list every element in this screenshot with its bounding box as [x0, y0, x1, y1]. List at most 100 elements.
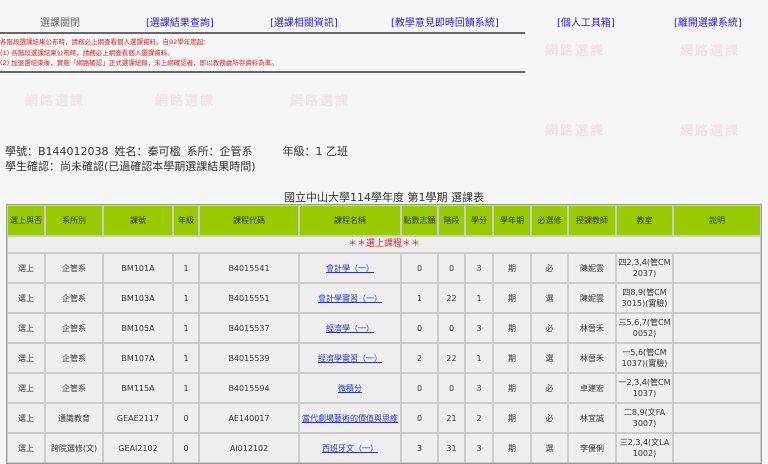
table-cell: 西班牙文（一）: [299, 433, 401, 463]
table-cell: 當代劇場藝術的價值與思維: [299, 403, 401, 433]
table-row: 選上 企管系 BM101A 1 B4015541 會計學（一） 0 0 3 期必陳妮雲 四2,3,4…: [7, 253, 761, 283]
table-cell: 企管系: [45, 373, 103, 403]
section-selected-courses: ＊＊選上課程＊＊: [7, 236, 761, 253]
table-cell: 0: [173, 433, 199, 463]
table-cell: 3: [465, 253, 493, 283]
table-cell: [673, 373, 761, 403]
table-cell: 選: [531, 433, 568, 463]
watermark: 網路選課: [680, 124, 741, 139]
table-cell: 企管系: [45, 343, 103, 373]
column-header: 必選修: [531, 205, 568, 236]
table-cell: 1: [173, 313, 199, 343]
table-cell: 選上: [7, 283, 45, 313]
table-cell: 1: [173, 283, 199, 313]
column-header: 年級: [173, 205, 199, 236]
table-cell: 經濟學（一）: [299, 313, 401, 343]
student-confirm-status: 學生確認：尚未確認(已過確認本學期選課結果時間): [5, 160, 256, 173]
table-cell: AI012102: [199, 433, 299, 463]
table-row: 選上 企管系 BM115A 1 B4015594 微積分 0 0 3 期必卓建宏 一2,3,4(管C…: [7, 373, 761, 403]
watermark: 網路選課: [25, 94, 86, 109]
table-cell: 企管系: [45, 283, 103, 313]
table-cell: B4015594: [199, 373, 299, 403]
table-cell: 31: [438, 433, 465, 463]
top-nav: 選課關閉 [選課結果查詢] [選課相關資訊] [教學意見即時回饋系統] [個人工…: [0, 14, 768, 29]
course-name-link[interactable]: 會計學（一）: [326, 264, 374, 273]
course-name-link[interactable]: 經濟學實習（一）: [318, 354, 382, 363]
nav-course-result-query[interactable]: [選課結果查詢]: [146, 14, 214, 29]
table-row: 選上 企管系 BM107A 1 B4015539 經濟學實習（一） 2 22 1 期選林晉禾 一5,…: [7, 343, 761, 373]
nav-personal-toolbox[interactable]: [個人工具箱]: [557, 14, 615, 29]
table-cell: 一5,6(管CM 1037)(實驗): [616, 343, 673, 373]
table-cell: 經濟學實習（一）: [299, 343, 401, 373]
table-cell: 微積分: [299, 373, 401, 403]
table-cell: 0: [438, 253, 465, 283]
nav-teaching-feedback[interactable]: [教學意見即時回饋系統]: [391, 14, 499, 29]
table-row: 選上 跨院選修(文) GEAI2102 0 AI012102 西班牙文（一） 3 31 3 期選李…: [7, 433, 761, 463]
table-cell: 會計學（一）: [299, 253, 401, 283]
table-cell: 期: [493, 433, 531, 463]
column-header: 授課教師: [568, 205, 616, 236]
table-cell: AE140017: [199, 403, 299, 433]
table-cell: 企管系: [45, 313, 103, 343]
course-name-link[interactable]: 西班牙文（一）: [322, 444, 378, 453]
table-cell: 一2,3,4(管CM 1037): [616, 373, 673, 403]
table-cell: 期: [493, 253, 531, 283]
table-cell: 3: [401, 433, 438, 463]
table-cell: 選上: [7, 343, 45, 373]
course-name-link[interactable]: 經濟學（一）: [326, 324, 374, 333]
table-cell: 選上: [7, 313, 45, 343]
course-name-link[interactable]: 當代劇場藝術的價值與思維: [302, 414, 398, 423]
table-cell: 0: [438, 373, 465, 403]
course-name-link[interactable]: 微積分: [338, 384, 362, 393]
table-cell: [673, 253, 761, 283]
nav-exit-system[interactable]: [離開選課系統]: [674, 14, 742, 29]
table-cell: 22: [438, 283, 465, 313]
table-cell: 0: [401, 253, 438, 283]
table-cell: 通識教育: [45, 403, 103, 433]
table-cell: 0: [401, 373, 438, 403]
table-cell: BM105A: [103, 313, 173, 343]
table-cell: 三5,6,7(管CM 0052): [616, 313, 673, 343]
table-cell: 陳妮雲: [568, 283, 616, 313]
table-cell: 1: [465, 283, 493, 313]
table-cell: 選: [531, 283, 568, 313]
table-cell: 必: [531, 253, 568, 283]
column-header: 學年期: [493, 205, 531, 236]
table-cell: 選上: [7, 373, 45, 403]
table-cell: BM107A: [103, 343, 173, 373]
table-cell: 必: [531, 313, 568, 343]
table-cell: 期: [493, 343, 531, 373]
table-cell: [673, 343, 761, 373]
column-header: 課號: [103, 205, 173, 236]
table-cell: B4015537: [199, 313, 299, 343]
table-cell: 會計學實習（一）: [299, 283, 401, 313]
table-cell: 林宜誠: [568, 403, 616, 433]
table-cell: 期: [493, 403, 531, 433]
table-cell: 0: [173, 403, 199, 433]
table-cell: 四2,3,4(管CM 2037): [616, 253, 673, 283]
course-name-link[interactable]: 會計學實習（一）: [318, 294, 382, 303]
table-cell: 選上: [7, 403, 45, 433]
divider: [0, 32, 525, 34]
table-cell: [673, 313, 761, 343]
watermark: 網路選課: [680, 44, 741, 59]
divider: [0, 71, 525, 73]
student-id: 學號：B144012038: [5, 145, 109, 158]
table-cell: 陳妮雲: [568, 253, 616, 283]
table-cell: 1: [401, 283, 438, 313]
table-cell: GEAI2102: [103, 433, 173, 463]
table-cell: 選: [531, 343, 568, 373]
student-info: 學號：B144012038 姓名：秦可楹 系所：企管系 年級：1 乙班 學生確認：尚未…: [5, 144, 354, 174]
table-cell: 跨院選修(文): [45, 433, 103, 463]
course-selection-closed: 選課關閉: [40, 18, 80, 29]
table-cell: 必: [531, 373, 568, 403]
nav-course-info[interactable]: [選課相關資訊]: [270, 14, 338, 29]
column-header: 點數志願: [401, 205, 438, 236]
table-cell: [673, 433, 761, 463]
column-header: 說明: [673, 205, 761, 236]
notice: 各階段選課結果公布時，請務必上網查看個人選課資料。自92學年度起： (1) 各階…: [0, 37, 278, 69]
table-cell: 選上: [7, 433, 45, 463]
table-cell: 21: [438, 403, 465, 433]
table-cell: 卓建宏: [568, 373, 616, 403]
table-cell: 期: [493, 283, 531, 313]
